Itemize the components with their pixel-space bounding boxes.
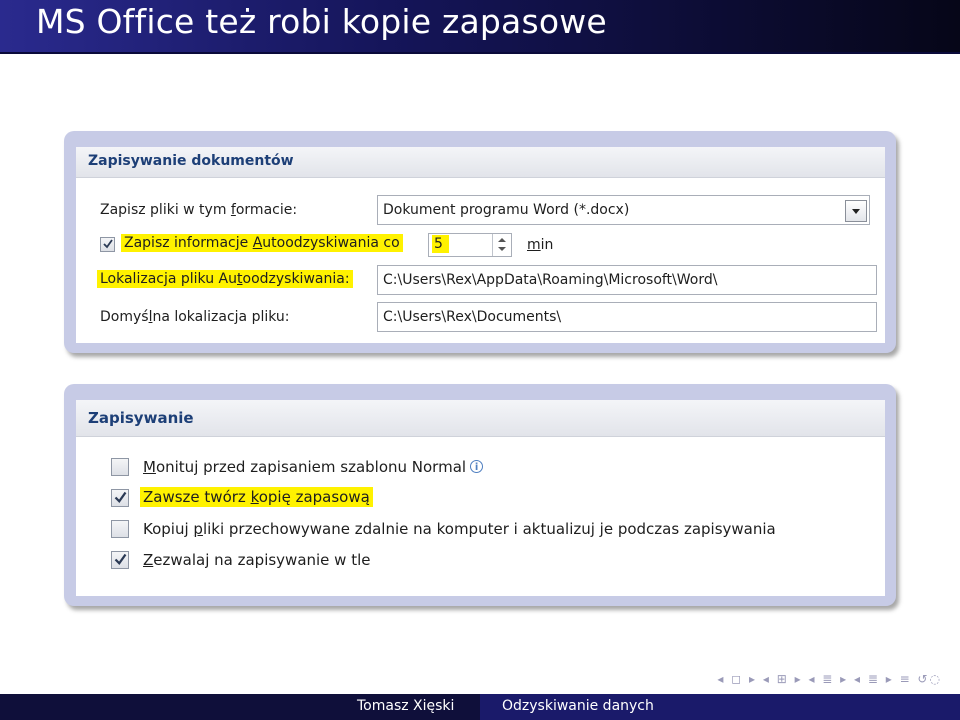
slide-title-bar: MS Office też robi kopie zapasowe	[0, 0, 960, 54]
format-dropdown-value: Dokument programu Word (*.docx)	[383, 202, 630, 218]
slide-title: MS Office też robi kopie zapasowe	[36, 2, 607, 41]
checkmark-icon	[114, 553, 127, 565]
stepper-buttons[interactable]	[492, 234, 511, 256]
subsection-nav-icon[interactable]: ◂ ≣ ▸	[808, 672, 848, 686]
option-checkbox[interactable]	[111, 551, 129, 569]
footer-author-bar: Tomasz Xięski	[0, 694, 480, 720]
autorecover-location-label: Lokalizacja pliku Autoodzyskiwania:	[97, 270, 353, 288]
chevron-down-icon[interactable]	[845, 200, 867, 222]
autorecover-location-field[interactable]: C:\Users\Rex\AppData\Roaming\Microsoft\W…	[377, 265, 877, 295]
checkmark-icon	[103, 239, 113, 249]
option-label[interactable]: Monituj przed zapisaniem szablonu Normal…	[143, 458, 484, 476]
default-location-value: C:\Users\Rex\Documents\	[383, 309, 562, 325]
option-label[interactable]: Zawsze twórz kopię zapasową	[140, 487, 373, 507]
footer-author: Tomasz Xięski	[357, 698, 455, 714]
option-checkbox[interactable]	[111, 489, 129, 507]
subsubsection-nav-icon[interactable]: ◂ ≣ ▸	[854, 672, 894, 686]
search-icon[interactable]: ↺◌	[917, 672, 942, 686]
option-checkbox[interactable]	[111, 458, 129, 476]
save-header: Zapisywanie	[76, 400, 885, 437]
save-panel: Zapisywanie Monituj przed zapisaniem sza…	[76, 400, 885, 596]
save-documents-screenshot: Zapisywanie dokumentów Zapisz pliki w ty…	[64, 131, 896, 353]
slide-navigation[interactable]: ◂ ◻ ▸ ◂ ⊞ ▸ ◂ ≣ ▸ ◂ ≣ ▸ ≡ ↺◌	[717, 672, 942, 688]
format-label: Zapisz pliki w tym formacie:	[100, 202, 298, 218]
default-location-field[interactable]: C:\Users\Rex\Documents\	[377, 302, 877, 332]
option-label[interactable]: Zezwalaj na zapisywanie w tle	[143, 551, 371, 569]
option-checkbox[interactable]	[111, 520, 129, 538]
autorecover-minutes-stepper[interactable]: 5	[428, 233, 512, 257]
prev-frame-icon[interactable]: ◂ ◻ ▸	[717, 672, 757, 686]
save-documents-header: Zapisywanie dokumentów	[76, 147, 885, 178]
section-nav-icon[interactable]: ◂ ⊞ ▸	[763, 672, 803, 686]
save-screenshot: Zapisywanie Monituj przed zapisaniem sza…	[64, 384, 896, 606]
footer-talk-title: Odzyskiwanie danych	[502, 698, 654, 714]
autorecover-location-value: C:\Users\Rex\AppData\Roaming\Microsoft\W…	[383, 272, 718, 288]
save-title: Zapisywanie	[88, 409, 194, 427]
format-dropdown[interactable]: Dokument programu Word (*.docx)	[377, 195, 870, 225]
menu-icon[interactable]: ≡	[900, 672, 912, 686]
autorecover-minutes-value[interactable]: 5	[432, 235, 449, 253]
checkmark-icon	[114, 491, 127, 503]
autorecover-label[interactable]: Zapisz informacje Autoodzyskiwania co	[121, 234, 403, 252]
info-icon[interactable]: i	[470, 460, 484, 473]
stepper-up-icon[interactable]	[498, 238, 506, 242]
default-location-label: Domyślna lokalizacja pliku:	[100, 309, 290, 325]
option-label[interactable]: Kopiuj pliki przechowywane zdalnie na ko…	[143, 520, 776, 538]
autorecover-checkbox[interactable]	[100, 237, 115, 252]
slide-footer: Tomasz Xięski Odzyskiwanie danych	[0, 694, 960, 720]
save-documents-panel: Zapisywanie dokumentów Zapisz pliki w ty…	[76, 147, 885, 343]
stepper-down-icon[interactable]	[498, 247, 506, 251]
minutes-unit-label: min	[527, 237, 554, 253]
footer-title-bar: Odzyskiwanie danych	[480, 694, 960, 720]
save-documents-title: Zapisywanie dokumentów	[88, 153, 294, 169]
